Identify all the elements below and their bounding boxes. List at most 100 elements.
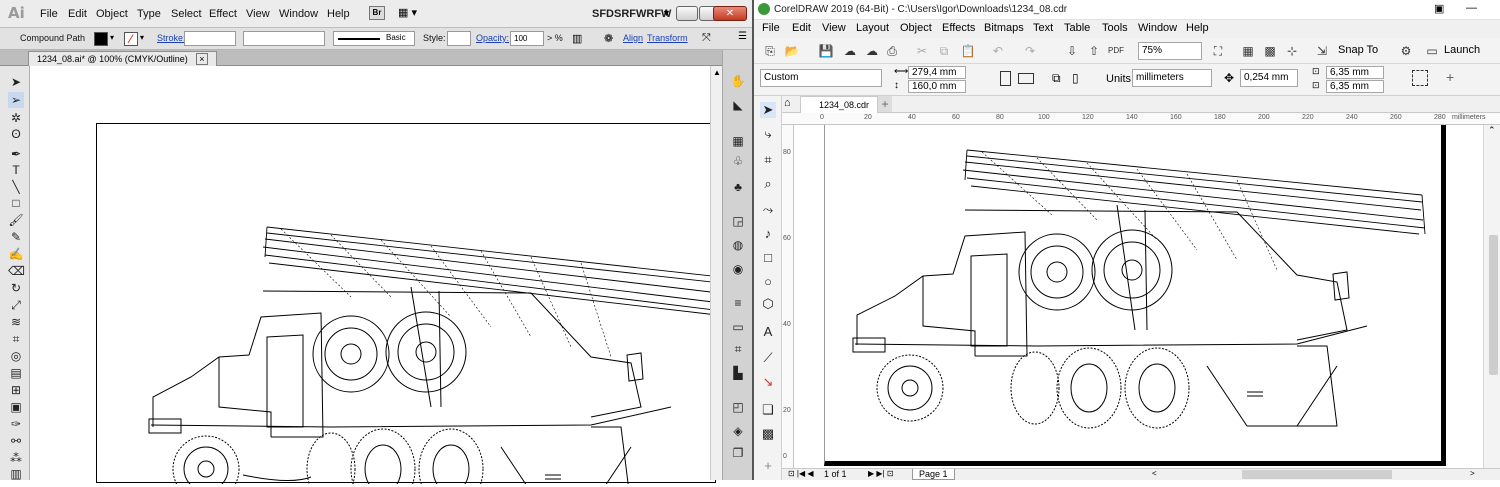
- page-width-field[interactable]: 279,4 mm: [908, 66, 966, 79]
- direct-selection-tool-icon[interactable]: ➢: [8, 92, 24, 108]
- crop-tool-icon[interactable]: ⌗: [760, 152, 776, 168]
- rotate-tool-icon[interactable]: ↻: [8, 280, 24, 296]
- workspace-switcher[interactable]: SFDSRFWRFW: [592, 8, 671, 20]
- show-guidelines-icon[interactable]: ⊹: [1284, 43, 1300, 59]
- cd-minimize-button[interactable]: —: [1466, 2, 1477, 14]
- show-rulers-icon[interactable]: ▦: [1240, 43, 1256, 59]
- transform-link[interactable]: Transform: [647, 33, 688, 43]
- graphic-styles-icon[interactable]: ♣: [730, 180, 746, 194]
- cd-vertical-ruler[interactable]: 80 60 40 20 0: [782, 125, 794, 468]
- ellipse-tool-icon[interactable]: ○: [760, 274, 776, 290]
- add-property-icon[interactable]: +: [1446, 69, 1454, 85]
- launch-app-icon[interactable]: ▭: [1424, 43, 1440, 59]
- cd-menu-layout[interactable]: Layout: [856, 22, 889, 34]
- align-link[interactable]: Align: [623, 33, 643, 43]
- ai-menu-effect[interactable]: Effect: [209, 8, 237, 20]
- units-dropdown[interactable]: millimeters: [1132, 69, 1212, 87]
- ai-menu-select[interactable]: Select: [171, 8, 202, 20]
- welcome-home-icon[interactable]: ⌂: [784, 97, 791, 109]
- ai-menu-type[interactable]: Type: [137, 8, 161, 20]
- align-panel-icon[interactable]: ▙: [730, 366, 746, 380]
- artboards-panel-icon[interactable]: ▭: [730, 320, 746, 334]
- scale-tool-icon[interactable]: ⤢: [8, 297, 24, 313]
- cloud-download-icon[interactable]: ☁: [864, 43, 880, 59]
- export-icon[interactable]: ⇧: [1086, 43, 1102, 59]
- selection-tool-icon[interactable]: ➤: [8, 74, 24, 90]
- h-scroll-right-icon[interactable]: >: [1470, 469, 1475, 478]
- cd-menu-bitmaps[interactable]: Bitmaps: [984, 22, 1024, 34]
- graphic-style-field[interactable]: [447, 31, 471, 46]
- ai-vertical-scrollbar[interactable]: ▲: [710, 66, 722, 480]
- eraser-tool-icon[interactable]: ⌫: [8, 263, 25, 279]
- current-page-icon[interactable]: ▯: [1072, 71, 1079, 85]
- cd-document-tab[interactable]: 1234_08.cdr: [800, 96, 879, 113]
- open-icon[interactable]: 📂: [784, 43, 800, 59]
- h-scroll-thumb[interactable]: [1242, 470, 1392, 479]
- mesh-tool-icon[interactable]: ⊞: [8, 382, 24, 398]
- cd-page[interactable]: [824, 125, 1446, 466]
- stroke-label[interactable]: Stroke:: [157, 33, 186, 43]
- portrait-icon[interactable]: [1000, 71, 1011, 86]
- truck-artwork-cd[interactable]: [825, 125, 1447, 466]
- stroke-weight-field[interactable]: [184, 31, 236, 46]
- transparency-panel-icon[interactable]: ◍: [730, 238, 746, 252]
- lasso-tool-icon[interactable]: ʘ: [8, 126, 24, 142]
- fill-dropdown-icon[interactable]: ▾: [110, 33, 114, 42]
- ai-menu-view[interactable]: View: [246, 8, 270, 20]
- parallel-dimension-tool-icon[interactable]: ⟋: [760, 350, 776, 366]
- stroke-panel-icon[interactable]: ≡: [730, 296, 746, 310]
- cd-scroll-thumb[interactable]: [1489, 235, 1498, 375]
- polygon-tool-icon[interactable]: ⬡: [760, 296, 776, 312]
- landscape-icon[interactable]: [1018, 73, 1034, 84]
- bleed-icon[interactable]: [1412, 70, 1428, 86]
- full-screen-icon[interactable]: ⛶: [1210, 43, 1226, 59]
- brushes-panel-icon[interactable]: ▦: [730, 134, 746, 148]
- layers-panel-icon[interactable]: ◈: [730, 424, 746, 438]
- add-tool-icon[interactable]: +: [760, 458, 776, 474]
- page-nav-icons[interactable]: ⊡ |◀ ◀: [788, 469, 814, 478]
- shape-builder-tool-icon[interactable]: ◎: [8, 348, 24, 364]
- rectangle-tool-icon-cd[interactable]: □: [760, 250, 776, 266]
- align-icon[interactable]: ❁: [604, 32, 618, 46]
- h-scroll-left-icon[interactable]: <: [1152, 469, 1157, 478]
- appearance-panel-icon[interactable]: ◲: [730, 214, 746, 228]
- ai-canvas[interactable]: [30, 66, 724, 487]
- ai-menu-help[interactable]: Help: [327, 8, 350, 20]
- connector-tool-icon[interactable]: ↘: [760, 374, 776, 390]
- blend-tool-icon[interactable]: ⚯: [8, 433, 24, 449]
- shape-tool-icon[interactable]: ⤷: [760, 126, 776, 142]
- cloud-upload-icon[interactable]: ☁: [842, 43, 858, 59]
- text-tool-icon[interactable]: A: [760, 324, 776, 340]
- page-1-tab[interactable]: Page 1: [912, 469, 955, 480]
- symbols-panel-icon[interactable]: ♧: [730, 154, 746, 168]
- paste-icon[interactable]: 📋: [960, 43, 976, 59]
- ai-close-button[interactable]: ✕: [713, 6, 747, 21]
- snap-to-dropdown[interactable]: Snap To: [1338, 44, 1378, 56]
- cd-menu-window[interactable]: Window: [1138, 22, 1177, 34]
- user-account-icon[interactable]: ▣: [1434, 2, 1444, 15]
- page-nav-forward-icons[interactable]: ▶ ▶| ⊡: [868, 469, 894, 478]
- stroke-dropdown-icon[interactable]: ▾: [140, 33, 144, 42]
- magic-wand-tool-icon[interactable]: ✲: [8, 110, 24, 126]
- paintbrush-tool-icon[interactable]: 🖌: [8, 212, 24, 228]
- truck-artwork-outline[interactable]: [97, 124, 724, 487]
- opacity-field[interactable]: 100: [510, 31, 544, 46]
- cd-menu-edit[interactable]: Edit: [792, 22, 811, 34]
- cd-menu-help[interactable]: Help: [1186, 22, 1209, 34]
- ai-menu-edit[interactable]: Edit: [68, 8, 87, 20]
- zoom-level-field[interactable]: 75%: [1138, 42, 1202, 60]
- cd-menu-text[interactable]: Text: [1033, 22, 1053, 34]
- free-transform-tool-icon[interactable]: ⌗: [8, 331, 24, 347]
- isolate-icon[interactable]: ⤧: [702, 32, 711, 45]
- publish-pdf-icon[interactable]: PDF: [1108, 43, 1124, 59]
- cd-menu-table[interactable]: Table: [1064, 22, 1090, 34]
- links-panel-icon[interactable]: ❐: [730, 446, 746, 460]
- rectangle-tool-icon[interactable]: □: [8, 195, 24, 211]
- gradient-tool-icon[interactable]: ▣: [8, 399, 24, 415]
- swatches-panel-icon[interactable]: ◣: [730, 98, 746, 112]
- zoom-tool-icon[interactable]: ⌕: [760, 176, 776, 192]
- duplicate-distance-x[interactable]: 6,35 mm: [1326, 66, 1384, 79]
- pathfinder-panel-icon[interactable]: ◰: [730, 400, 746, 414]
- ai-artboard[interactable]: [96, 123, 724, 487]
- line-segment-tool-icon[interactable]: ╲: [8, 179, 24, 195]
